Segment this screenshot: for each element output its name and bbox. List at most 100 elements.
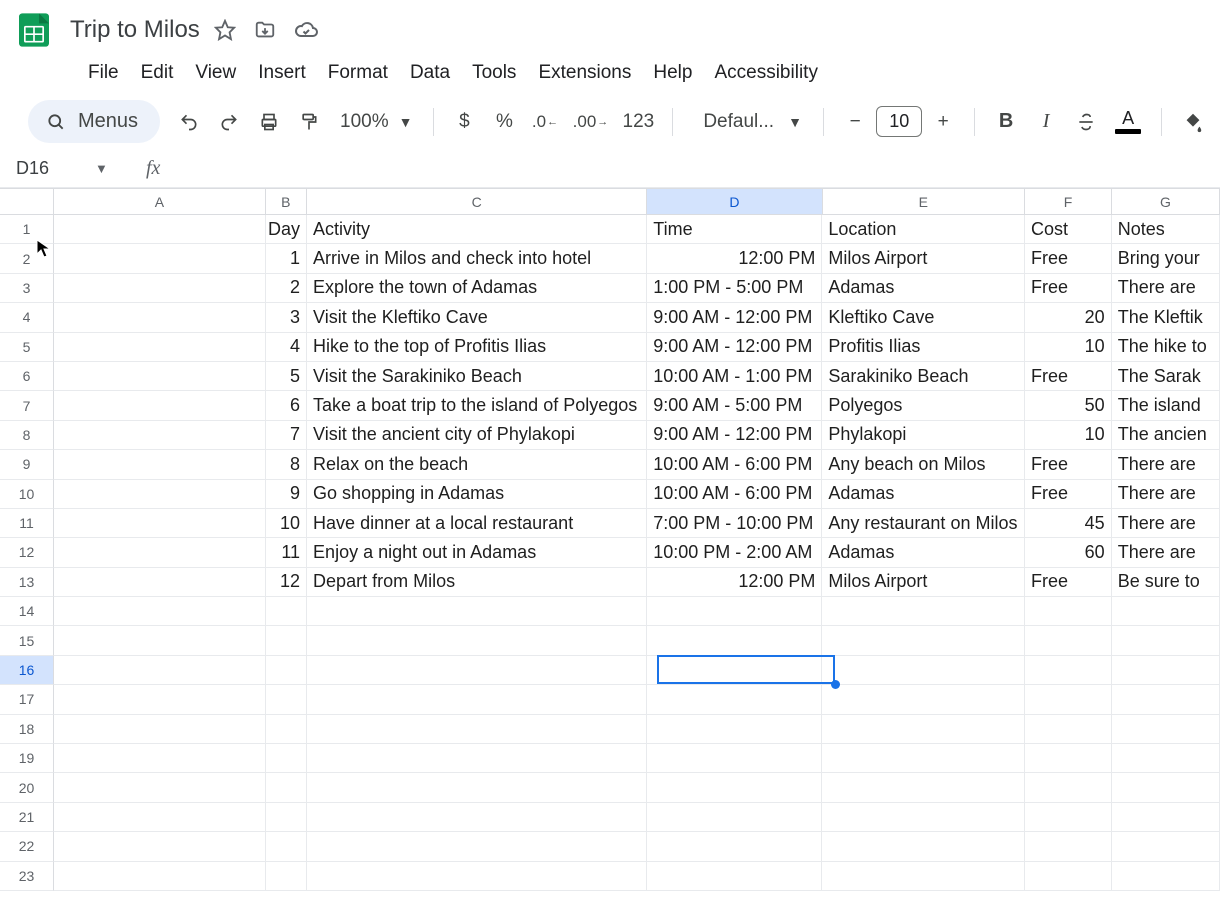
cell-E9[interactable]: Any beach on Milos xyxy=(822,450,1025,479)
cell-E16[interactable] xyxy=(822,656,1025,685)
cell-E1[interactable]: Location xyxy=(822,215,1025,244)
cell-E12[interactable]: Adamas xyxy=(822,538,1025,567)
row-header-15[interactable]: 15 xyxy=(0,626,54,655)
decrease-decimal-button[interactable]: .0← xyxy=(533,112,556,132)
cell-B9[interactable]: 8 xyxy=(266,450,308,479)
bold-button[interactable]: B xyxy=(995,110,1017,133)
cell-G9[interactable]: There are xyxy=(1112,450,1220,479)
cell-F21[interactable] xyxy=(1025,803,1112,832)
cell-B22[interactable] xyxy=(266,832,308,861)
cell-A3[interactable] xyxy=(54,274,265,303)
menu-help[interactable]: Help xyxy=(653,62,692,84)
cell-D14[interactable] xyxy=(647,597,822,626)
name-box[interactable]: D16 ▼ xyxy=(16,158,126,179)
cell-F2[interactable]: Free xyxy=(1025,244,1112,273)
percent-button[interactable]: % xyxy=(493,111,515,133)
cell-G11[interactable]: There are xyxy=(1112,509,1220,538)
cell-G18[interactable] xyxy=(1112,715,1220,744)
cell-G22[interactable] xyxy=(1112,832,1220,861)
row-header-18[interactable]: 18 xyxy=(0,715,54,744)
currency-button[interactable]: $ xyxy=(453,111,475,133)
cell-E4[interactable]: Kleftiko Cave xyxy=(822,303,1025,332)
cell-F23[interactable] xyxy=(1025,862,1112,891)
cell-B20[interactable] xyxy=(266,773,308,802)
cell-D6[interactable]: 10:00 AM - 1:00 PM xyxy=(647,362,822,391)
cell-E10[interactable]: Adamas xyxy=(822,480,1025,509)
cell-B2[interactable]: 1 xyxy=(266,244,308,273)
cell-B11[interactable]: 10 xyxy=(266,509,308,538)
cell-A5[interactable] xyxy=(54,333,265,362)
cell-A11[interactable] xyxy=(54,509,265,538)
cell-E18[interactable] xyxy=(822,715,1025,744)
star-icon[interactable] xyxy=(214,19,236,41)
cell-F16[interactable] xyxy=(1025,656,1112,685)
text-color-button[interactable]: A xyxy=(1115,109,1141,134)
row-header-8[interactable]: 8 xyxy=(0,421,54,450)
cell-A7[interactable] xyxy=(54,391,265,420)
cell-F20[interactable] xyxy=(1025,773,1112,802)
cell-B4[interactable]: 3 xyxy=(266,303,308,332)
cell-G12[interactable]: There are xyxy=(1112,538,1220,567)
cell-E14[interactable] xyxy=(822,597,1025,626)
menu-edit[interactable]: Edit xyxy=(141,62,174,84)
font-dropdown[interactable]: Defaul... ▼ xyxy=(693,111,803,133)
cell-D20[interactable] xyxy=(647,773,822,802)
cell-D8[interactable]: 9:00 AM - 12:00 PM xyxy=(647,421,822,450)
cell-C18[interactable] xyxy=(307,715,647,744)
cell-A9[interactable] xyxy=(54,450,265,479)
menu-view[interactable]: View xyxy=(195,62,236,84)
cell-C15[interactable] xyxy=(307,626,647,655)
row-header-12[interactable]: 12 xyxy=(0,538,54,567)
cell-B16[interactable] xyxy=(266,656,308,685)
cell-D21[interactable] xyxy=(647,803,822,832)
cell-F12[interactable]: 60 xyxy=(1025,538,1112,567)
row-header-11[interactable]: 11 xyxy=(0,509,54,538)
cell-B21[interactable] xyxy=(266,803,308,832)
row-header-19[interactable]: 19 xyxy=(0,744,54,773)
menu-extensions[interactable]: Extensions xyxy=(538,62,631,84)
cell-F4[interactable]: 20 xyxy=(1025,303,1112,332)
cell-G2[interactable]: Bring your xyxy=(1112,244,1220,273)
cell-D10[interactable]: 10:00 AM - 6:00 PM xyxy=(647,480,822,509)
cell-A4[interactable] xyxy=(54,303,265,332)
row-header-20[interactable]: 20 xyxy=(0,773,54,802)
col-header-A[interactable]: A xyxy=(54,188,266,214)
cell-F15[interactable] xyxy=(1025,626,1112,655)
cell-C22[interactable] xyxy=(307,832,647,861)
cell-A18[interactable] xyxy=(54,715,265,744)
cell-E5[interactable]: Profitis Ilias xyxy=(822,333,1025,362)
cell-C9[interactable]: Relax on the beach xyxy=(307,450,647,479)
decrease-font-size-button[interactable]: − xyxy=(844,111,866,133)
move-icon[interactable] xyxy=(254,19,276,41)
cell-E15[interactable] xyxy=(822,626,1025,655)
cell-G10[interactable]: There are xyxy=(1112,480,1220,509)
cell-F13[interactable]: Free xyxy=(1025,568,1112,597)
cell-G4[interactable]: The Kleftik xyxy=(1112,303,1220,332)
cell-A15[interactable] xyxy=(54,626,265,655)
cell-G14[interactable] xyxy=(1112,597,1220,626)
menu-tools[interactable]: Tools xyxy=(472,62,516,84)
increase-font-size-button[interactable]: + xyxy=(932,111,954,133)
cell-D22[interactable] xyxy=(647,832,822,861)
cell-D17[interactable] xyxy=(647,685,822,714)
cell-C10[interactable]: Go shopping in Adamas xyxy=(307,480,647,509)
cell-B5[interactable]: 4 xyxy=(266,333,308,362)
cell-C14[interactable] xyxy=(307,597,647,626)
cell-C5[interactable]: Hike to the top of Profitis Ilias xyxy=(307,333,647,362)
formula-input[interactable] xyxy=(170,155,1212,181)
cell-D3[interactable]: 1:00 PM - 5:00 PM xyxy=(647,274,822,303)
cell-C21[interactable] xyxy=(307,803,647,832)
cell-E23[interactable] xyxy=(822,862,1025,891)
row-header-4[interactable]: 4 xyxy=(0,303,54,332)
cell-A14[interactable] xyxy=(54,597,265,626)
row-header-3[interactable]: 3 xyxy=(0,274,54,303)
cell-D23[interactable] xyxy=(647,862,822,891)
cell-B6[interactable]: 5 xyxy=(266,362,308,391)
cell-G5[interactable]: The hike to xyxy=(1112,333,1220,362)
select-all-corner[interactable] xyxy=(0,188,54,214)
cell-A12[interactable] xyxy=(54,538,265,567)
row-header-17[interactable]: 17 xyxy=(0,685,54,714)
cell-B19[interactable] xyxy=(266,744,308,773)
zoom-dropdown[interactable]: 100% ▼ xyxy=(338,111,412,133)
cell-A22[interactable] xyxy=(54,832,265,861)
